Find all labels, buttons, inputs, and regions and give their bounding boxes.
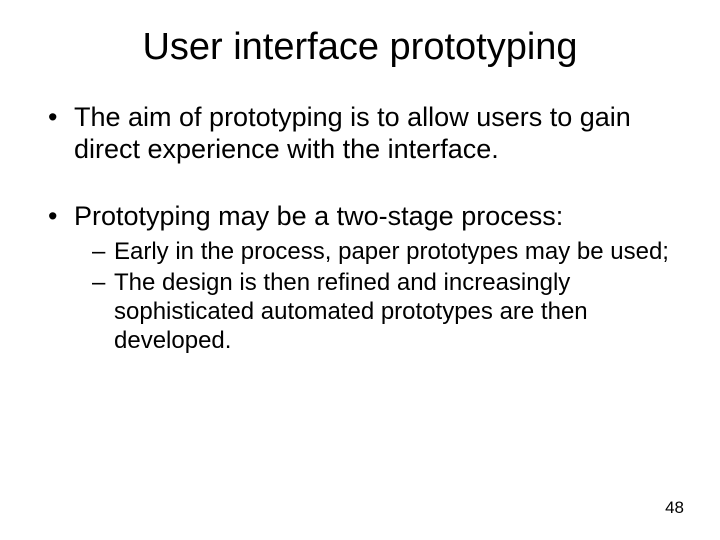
slide: User interface prototyping The aim of pr… <box>0 0 720 540</box>
subbullet-list: Early in the process, paper prototypes m… <box>74 238 680 355</box>
subbullet-text: The design is then refined and increasin… <box>114 269 588 354</box>
bullet-item: The aim of prototyping is to allow users… <box>48 101 680 166</box>
page-number: 48 <box>665 498 684 518</box>
subbullet-text: Early in the process, paper prototypes m… <box>114 238 669 265</box>
bullet-text: Prototyping may be a two-stage process: <box>74 201 563 231</box>
subbullet-item: Early in the process, paper prototypes m… <box>92 238 680 267</box>
bullet-list: The aim of prototyping is to allow users… <box>40 101 680 355</box>
slide-title: User interface prototyping <box>40 26 680 69</box>
subbullet-item: The design is then refined and increasin… <box>92 269 680 355</box>
bullet-text: The aim of prototyping is to allow users… <box>74 102 631 164</box>
bullet-item: Prototyping may be a two-stage process: … <box>48 200 680 356</box>
